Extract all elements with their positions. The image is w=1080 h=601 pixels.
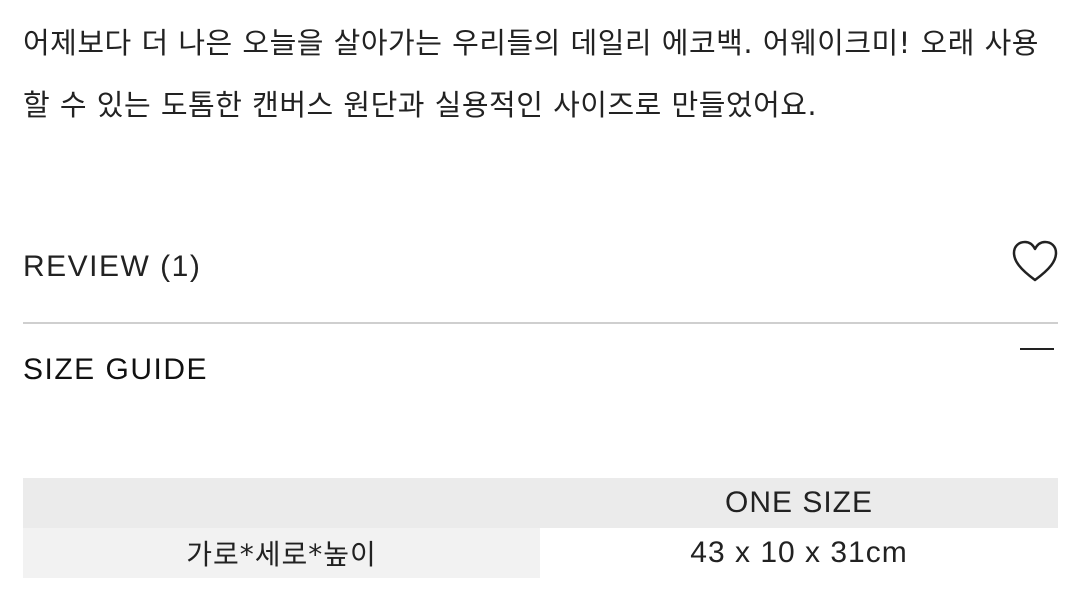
section-divider xyxy=(23,322,1058,324)
review-section: REVIEW (1) xyxy=(23,240,1058,300)
table-row: 가로*세로*높이 43 x 10 x 31cm xyxy=(23,528,1058,578)
measurement-value: 43 x 10 x 31cm xyxy=(540,528,1058,578)
size-guide-title: SIZE GUIDE xyxy=(23,353,209,386)
table-header-row: ONE SIZE xyxy=(23,478,1058,528)
table-header-cell-empty xyxy=(23,478,540,528)
table-header-cell-size: ONE SIZE xyxy=(540,478,1058,528)
measurement-label: 가로*세로*높이 xyxy=(23,528,540,578)
product-description: 어제보다 더 나은 오늘을 살아가는 우리들의 데일리 에코백. 어웨이크미! … xyxy=(23,26,1039,122)
heart-outline-icon[interactable] xyxy=(1012,240,1058,286)
size-guide-table: ONE SIZE 가로*세로*높이 43 x 10 x 31cm xyxy=(23,478,1058,578)
review-count-link[interactable]: REVIEW (1) xyxy=(23,250,201,284)
minus-icon[interactable] xyxy=(1020,348,1054,350)
size-guide-header[interactable]: SIZE GUIDE xyxy=(23,340,1058,400)
